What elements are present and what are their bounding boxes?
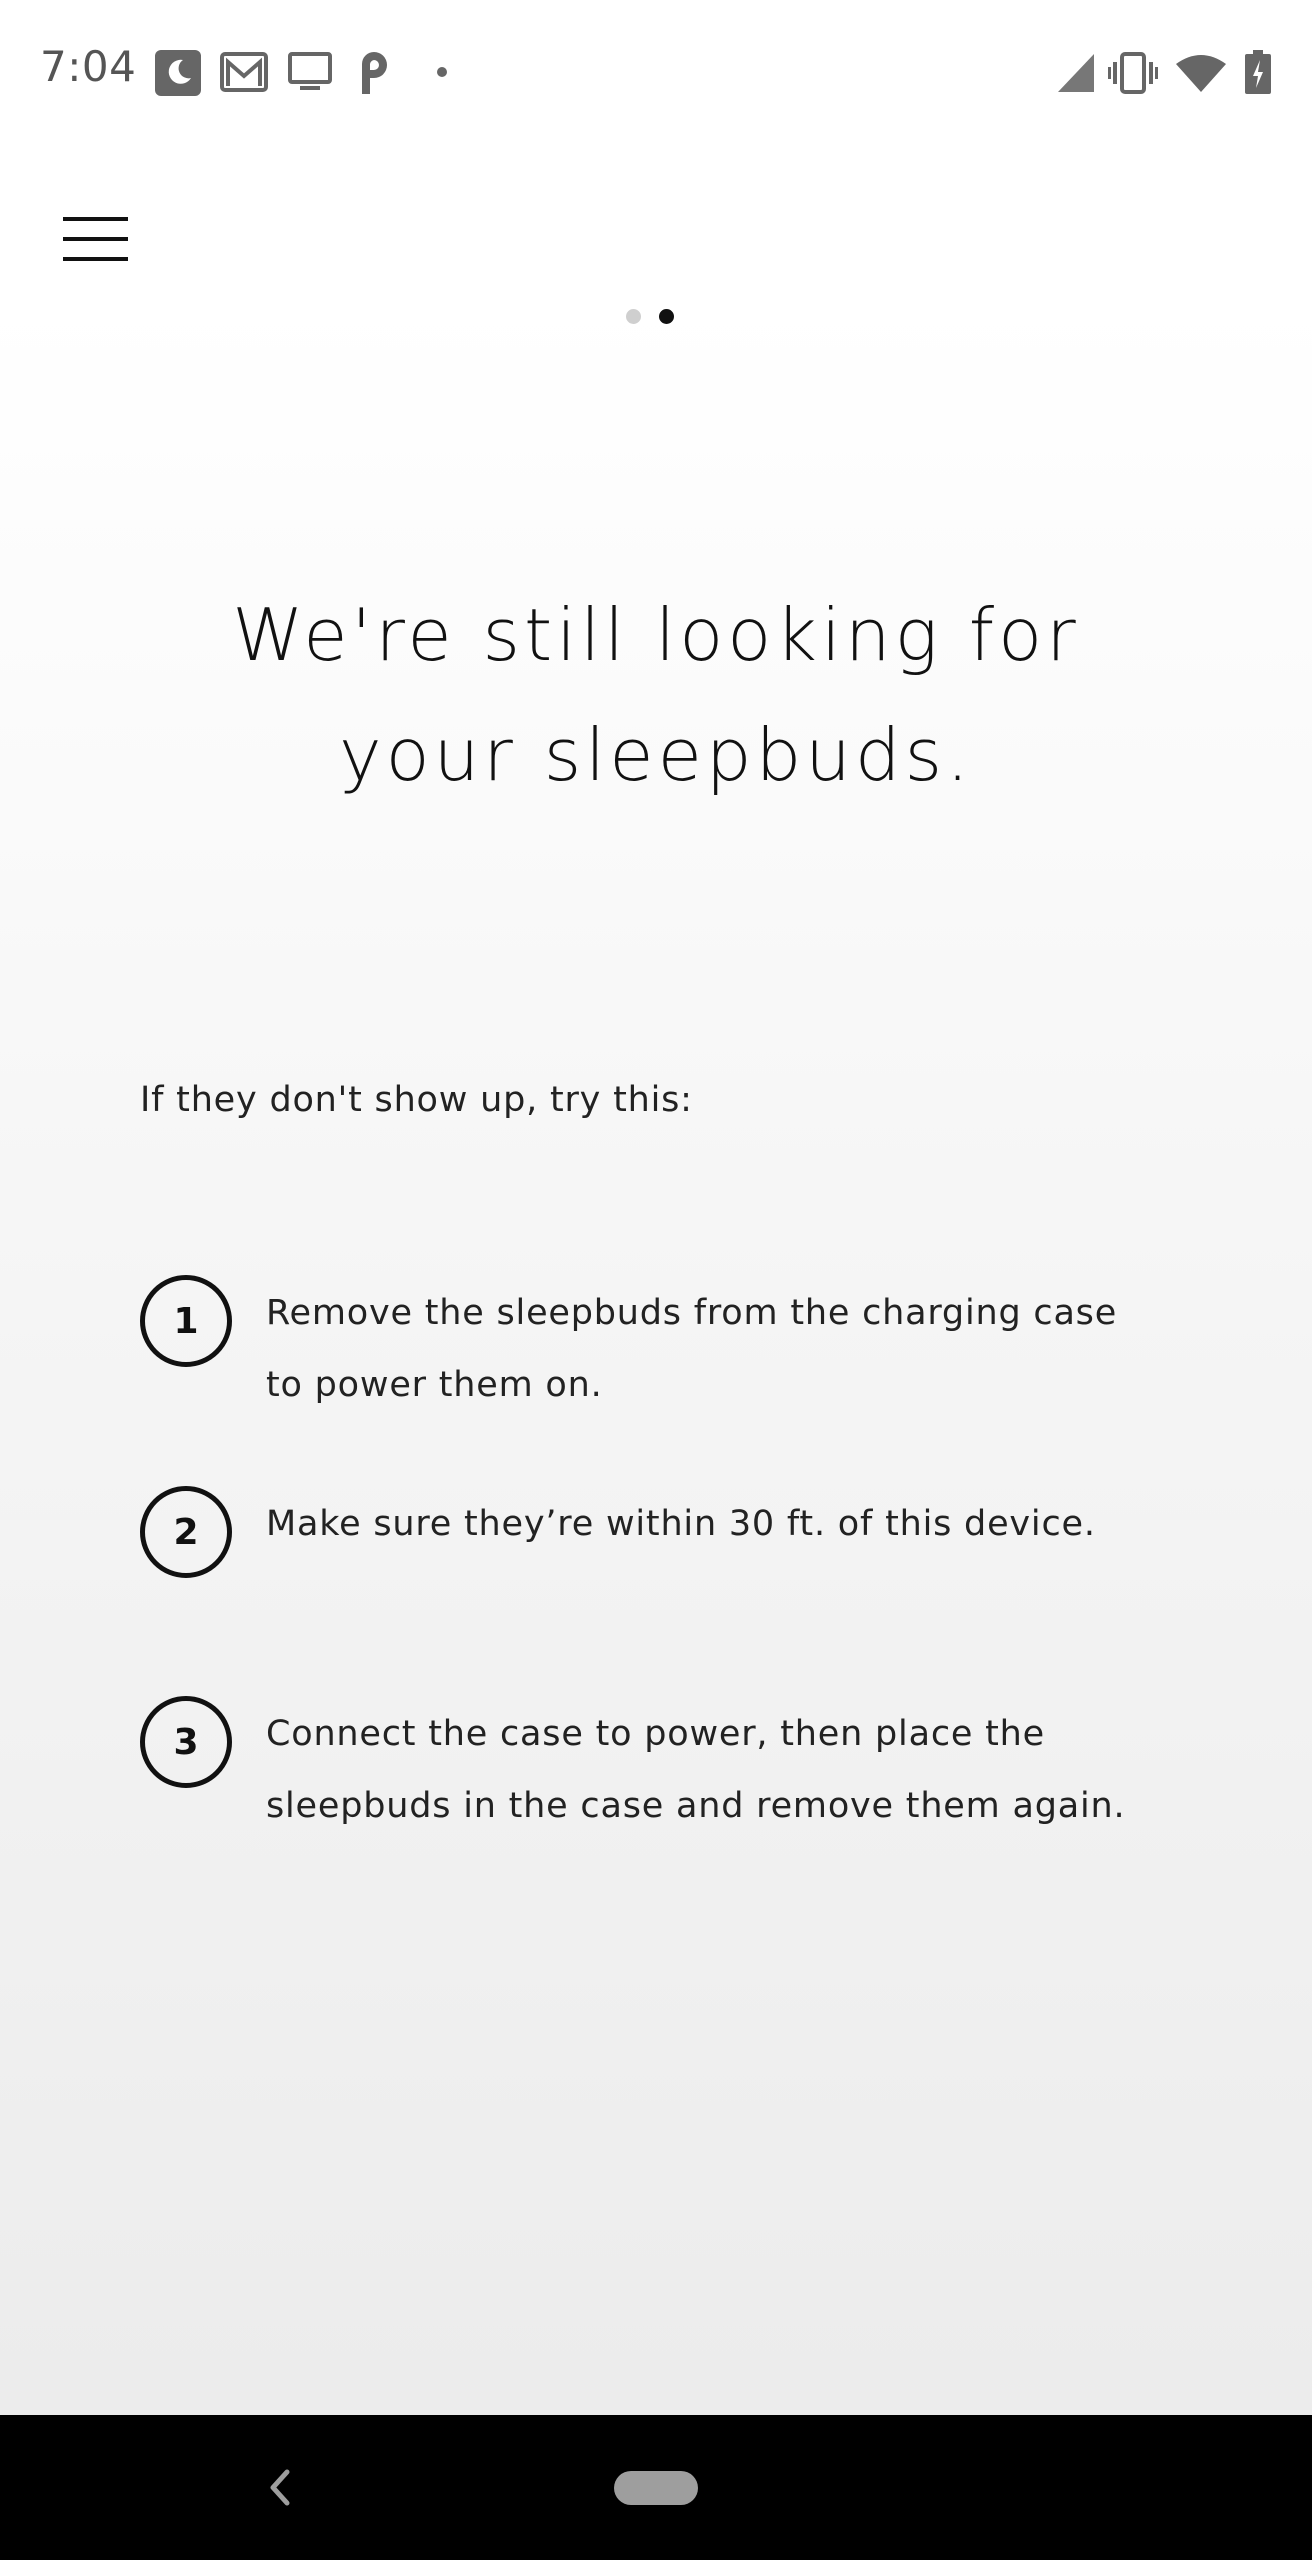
p-app-icon (358, 50, 392, 94)
vibrate-icon (1108, 52, 1158, 94)
step-text-line1: Make sure they’re within 30 ft. of this … (266, 1504, 1096, 1544)
step-number-badge: 2 (140, 1486, 232, 1578)
system-navigation-bar (0, 2415, 1312, 2560)
dot-icon (436, 66, 448, 78)
step-text: Remove the sleepbuds from the charging c… (266, 1277, 1266, 1421)
signal-icon (1058, 54, 1094, 92)
page-indicator (0, 309, 1312, 329)
status-bar: 7:04 (0, 0, 1312, 145)
step-text-line2: to power them on. (266, 1365, 603, 1405)
step-text-line1: Remove the sleepbuds from the charging c… (266, 1293, 1118, 1333)
page-title: We're still looking for your sleepbuds. (120, 575, 1192, 815)
step-number-badge: 3 (140, 1696, 232, 1788)
status-time: 7:04 (40, 42, 137, 91)
step-text: Connect the case to power, then place th… (266, 1698, 1266, 1842)
page-title-line1: We're still looking for (232, 593, 1080, 677)
home-pill-icon[interactable] (614, 2471, 698, 2505)
step-number-badge: 1 (140, 1275, 232, 1367)
menu-bar-bottom (63, 257, 128, 261)
step-text: Make sure they’re within 30 ft. of this … (266, 1488, 1266, 1560)
page-dot-2-active (659, 309, 674, 324)
step-text-line2: sleepbuds in the case and remove them ag… (266, 1786, 1126, 1826)
back-chevron-icon[interactable] (255, 2460, 305, 2515)
step-text-line1: Connect the case to power, then place th… (266, 1714, 1045, 1754)
menu-bar-top (63, 217, 128, 221)
cast-screen-icon (288, 52, 332, 92)
intro-text: If they don't show up, try this: (140, 1080, 693, 1120)
hamburger-menu-icon[interactable] (60, 210, 132, 270)
battery-icon (1245, 50, 1271, 94)
wifi-icon (1176, 54, 1226, 92)
page-dot-1 (626, 309, 641, 324)
do-not-disturb-icon (155, 50, 201, 96)
page-title-line2: your sleepbuds. (338, 713, 974, 797)
menu-bar-middle (63, 237, 128, 241)
gmail-icon (220, 52, 268, 92)
